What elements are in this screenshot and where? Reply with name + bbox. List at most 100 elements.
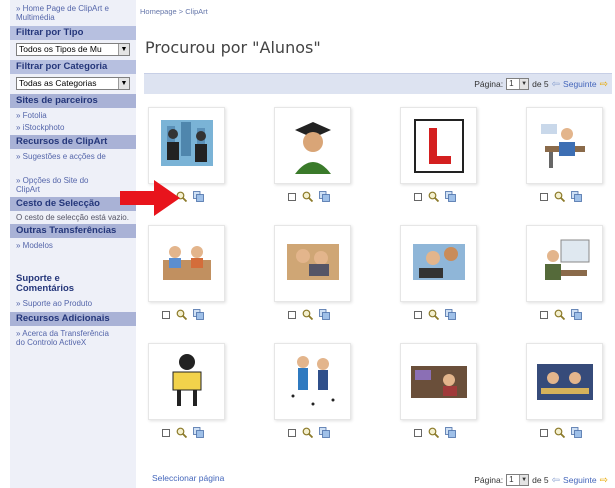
result-thumbnail[interactable]	[274, 107, 351, 184]
select-page-link[interactable]: Seleccionar página	[152, 473, 224, 483]
result-actions	[526, 427, 612, 438]
result-item	[274, 107, 360, 202]
pager-bar: Página: 1 ▼ de 5 ⇦ Seguinte ⇨	[144, 73, 612, 94]
copy-icon[interactable]	[571, 191, 582, 202]
copy-icon[interactable]	[445, 427, 456, 438]
magnifier-icon[interactable]	[428, 191, 439, 202]
chevron-down-icon[interactable]: ▼	[519, 475, 529, 485]
select-checkbox[interactable]	[540, 310, 548, 319]
copy-icon[interactable]	[193, 309, 204, 320]
learner-l-plate-clipart-icon	[413, 118, 464, 173]
select-checkbox[interactable]	[540, 192, 548, 201]
copy-icon[interactable]	[319, 427, 330, 438]
result-item	[400, 107, 486, 202]
templates-link[interactable]: » Modelos	[10, 241, 136, 250]
select-checkbox[interactable]	[288, 428, 296, 437]
copy-icon[interactable]	[193, 191, 204, 202]
next-page-link[interactable]: Seguinte	[563, 475, 597, 485]
result-thumbnail[interactable]	[400, 107, 477, 184]
result-actions	[274, 427, 360, 438]
magnifier-icon[interactable]	[428, 309, 439, 320]
page-select[interactable]: 1 ▼	[506, 474, 530, 486]
next-arrow-icon[interactable]: ⇨	[600, 475, 608, 486]
additional-resources-heading: Recursos Adicionais	[10, 312, 136, 326]
result-thumbnail[interactable]	[400, 343, 477, 420]
school-bus-clipart-icon	[536, 363, 593, 400]
copy-icon[interactable]	[571, 309, 582, 320]
magnifier-icon[interactable]	[302, 191, 313, 202]
chevron-down-icon[interactable]: ▼	[118, 78, 129, 89]
result-thumbnail[interactable]	[526, 225, 603, 302]
result-item	[526, 225, 612, 320]
sidebar: » Home Page de ClipArt e Multimédia Filt…	[10, 0, 136, 488]
result-actions	[400, 309, 486, 320]
select-checkbox[interactable]	[540, 428, 548, 437]
magnifier-icon[interactable]	[554, 427, 565, 438]
page-select[interactable]: 1 ▼	[506, 78, 530, 90]
select-checkbox[interactable]	[414, 310, 422, 319]
magnifier-icon[interactable]	[302, 427, 313, 438]
red-arrow-icon	[120, 180, 180, 216]
activex-link[interactable]: » Acerca da Transferência do Controlo Ac…	[10, 329, 110, 347]
chevron-down-icon[interactable]: ▼	[118, 44, 129, 55]
next-page-link[interactable]: Seguinte	[563, 79, 597, 89]
page-label: Página:	[474, 79, 504, 89]
magnifier-icon[interactable]	[176, 309, 187, 320]
result-thumbnail[interactable]	[274, 343, 351, 420]
copy-icon[interactable]	[319, 191, 330, 202]
filter-category-select[interactable]: Todas as Categorias ▼	[16, 77, 130, 90]
result-actions	[274, 191, 360, 202]
student-reading-book-clipart-icon	[172, 353, 201, 406]
previous-arrow-icon[interactable]: ⇦	[552, 475, 560, 486]
select-checkbox[interactable]	[414, 192, 422, 201]
basket-heading: Cesto de Selecção	[10, 197, 136, 211]
magnifier-icon[interactable]	[302, 309, 313, 320]
result-thumbnail[interactable]	[526, 107, 603, 184]
filter-category-value: Todas as Categorias	[19, 78, 97, 88]
other-downloads-heading: Outras Transferências	[10, 224, 136, 238]
result-actions	[526, 309, 612, 320]
select-checkbox[interactable]	[162, 310, 170, 319]
breadcrumb[interactable]: Homepage > ClipArt	[140, 7, 208, 16]
page-total: de 5	[532, 475, 549, 485]
page-title: Procurou por "Alunos"	[145, 38, 321, 57]
result-thumbnail[interactable]	[400, 225, 477, 302]
next-arrow-icon[interactable]: ⇨	[600, 79, 608, 90]
partner-sites-heading: Sites de parceiros	[10, 94, 136, 108]
result-thumbnail[interactable]	[526, 343, 603, 420]
magnifier-icon[interactable]	[554, 309, 565, 320]
previous-arrow-icon[interactable]: ⇦	[552, 79, 560, 90]
result-thumbnail[interactable]	[274, 225, 351, 302]
copy-icon[interactable]	[445, 191, 456, 202]
chevron-down-icon[interactable]: ▼	[519, 79, 529, 89]
select-checkbox[interactable]	[162, 428, 170, 437]
page-total: de 5	[532, 79, 549, 89]
result-thumbnail[interactable]	[148, 107, 225, 184]
copy-icon[interactable]	[445, 309, 456, 320]
copy-icon[interactable]	[319, 309, 330, 320]
result-item	[148, 225, 234, 320]
copy-icon[interactable]	[193, 427, 204, 438]
partner-link-istockphoto[interactable]: » iStockphoto	[10, 123, 136, 132]
product-support-link[interactable]: » Suporte ao Produto	[10, 299, 136, 308]
result-actions	[400, 191, 486, 202]
result-thumbnail[interactable]	[148, 343, 225, 420]
site-options-link[interactable]: » Opções do Site do ClipArt	[10, 176, 110, 194]
select-checkbox[interactable]	[288, 192, 296, 201]
current-page: 1	[509, 475, 514, 484]
select-checkbox[interactable]	[288, 310, 296, 319]
magnifier-icon[interactable]	[554, 191, 565, 202]
clipart-resources-heading: Recursos de ClipArt	[10, 135, 136, 149]
result-actions	[400, 427, 486, 438]
copy-icon[interactable]	[571, 427, 582, 438]
filter-type-select[interactable]: Todos os Tipos de Mu ▼	[16, 43, 130, 56]
home-page-link[interactable]: » Home Page de ClipArt e Multimédia	[10, 4, 134, 22]
partner-link-fotolia[interactable]: » Fotolia	[10, 111, 136, 120]
tips-link[interactable]: » Sugestões e acções de	[10, 152, 136, 161]
result-actions	[274, 309, 360, 320]
magnifier-icon[interactable]	[176, 427, 187, 438]
magnifier-icon[interactable]	[428, 427, 439, 438]
result-thumbnail[interactable]	[148, 225, 225, 302]
select-checkbox[interactable]	[414, 428, 422, 437]
students-music-clipart-icon	[291, 355, 334, 405]
